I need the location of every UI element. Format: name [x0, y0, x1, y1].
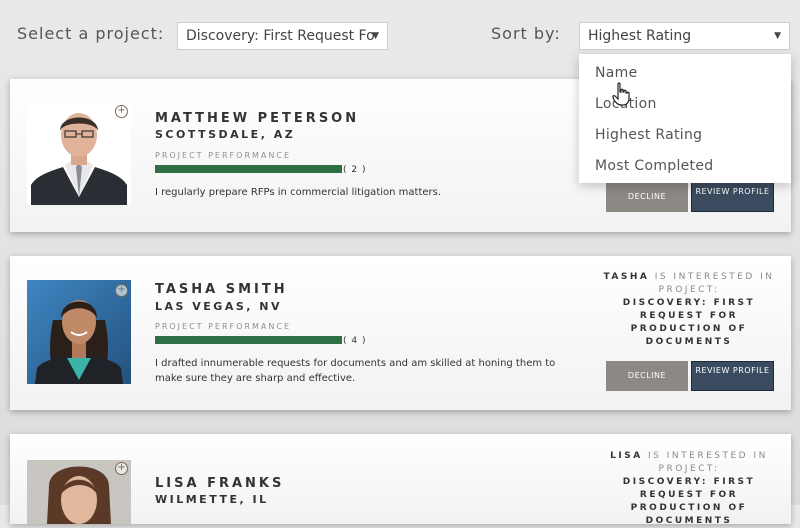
- sort-label: Sort by:: [491, 24, 561, 43]
- decline-button[interactable]: DECLINE: [606, 182, 688, 212]
- sort-option-name[interactable]: Name: [579, 58, 791, 89]
- interest-notice: LISA IS INTERESTED IN PROJECT: DISCOVERY…: [594, 450, 784, 528]
- interest-notice: TASHA IS INTERESTED IN PROJECT: DISCOVER…: [594, 271, 784, 349]
- add-icon[interactable]: +: [115, 284, 128, 297]
- project-count: ( 2 ): [343, 165, 367, 175]
- decline-button[interactable]: DECLINE: [606, 361, 688, 391]
- interest-text: IS INTERESTED IN PROJECT:: [649, 272, 775, 295]
- review-profile-button[interactable]: REVIEW PROFILE: [691, 361, 774, 391]
- project-label: Select a project:: [17, 24, 165, 43]
- interest-project[interactable]: DISCOVERY: FIRST REQUEST FOR PRODUCTION …: [623, 298, 755, 347]
- sort-option-most-completed[interactable]: Most Completed: [579, 151, 791, 182]
- attorney-card: + TASHA SMITH LAS VEGAS, NV PROJECT PERF…: [10, 256, 791, 410]
- performance-bar: [155, 165, 342, 173]
- hand-cursor-icon: [612, 82, 630, 106]
- project-select-value: Discovery: First Request Fo: [186, 28, 375, 44]
- sort-option-location[interactable]: Location: [579, 89, 791, 120]
- project-select[interactable]: Discovery: First Request Fo ▼: [177, 22, 388, 50]
- add-icon[interactable]: +: [115, 105, 128, 118]
- sort-select-value: Highest Rating: [588, 28, 692, 44]
- sort-dropdown-menu: Name Location Highest Rating Most Comple…: [579, 54, 791, 183]
- attorney-name[interactable]: LISA FRANKS: [155, 476, 284, 491]
- performance-bar: [155, 336, 342, 344]
- sort-option-highest-rating[interactable]: Highest Rating: [579, 120, 791, 151]
- interest-name: TASHA: [603, 272, 650, 282]
- attorney-location: WILMETTE, IL: [155, 493, 269, 506]
- attorney-description: I regularly prepare RFPs in commercial l…: [155, 187, 442, 198]
- caret-down-icon: ▼: [372, 31, 379, 41]
- attorney-location: LAS VEGAS, NV: [155, 300, 282, 313]
- caret-down-icon: ▼: [774, 31, 781, 41]
- interest-text: IS INTERESTED IN PROJECT:: [642, 451, 768, 474]
- avatar: [27, 280, 131, 384]
- performance-label: PROJECT PERFORMANCE: [155, 322, 292, 331]
- attorney-name[interactable]: MATTHEW PETERSON: [155, 111, 359, 126]
- attorney-name[interactable]: TASHA SMITH: [155, 282, 288, 297]
- avatar: [27, 101, 131, 205]
- attorney-description: I drafted innumerable requests for docum…: [155, 358, 556, 384]
- attorney-card: + LISA FRANKS WILMETTE, IL LISA IS INTER…: [10, 434, 791, 526]
- sort-select[interactable]: Highest Rating ▼: [579, 22, 790, 50]
- add-icon[interactable]: +: [115, 462, 128, 475]
- interest-project[interactable]: DISCOVERY: FIRST REQUEST FOR PRODUCTION …: [623, 477, 755, 526]
- interest-name: LISA: [610, 451, 643, 461]
- performance-label: PROJECT PERFORMANCE: [155, 151, 292, 160]
- project-count: ( 4 ): [343, 336, 367, 346]
- review-profile-button[interactable]: REVIEW PROFILE: [691, 182, 774, 212]
- attorney-location: SCOTTSDALE, AZ: [155, 128, 296, 141]
